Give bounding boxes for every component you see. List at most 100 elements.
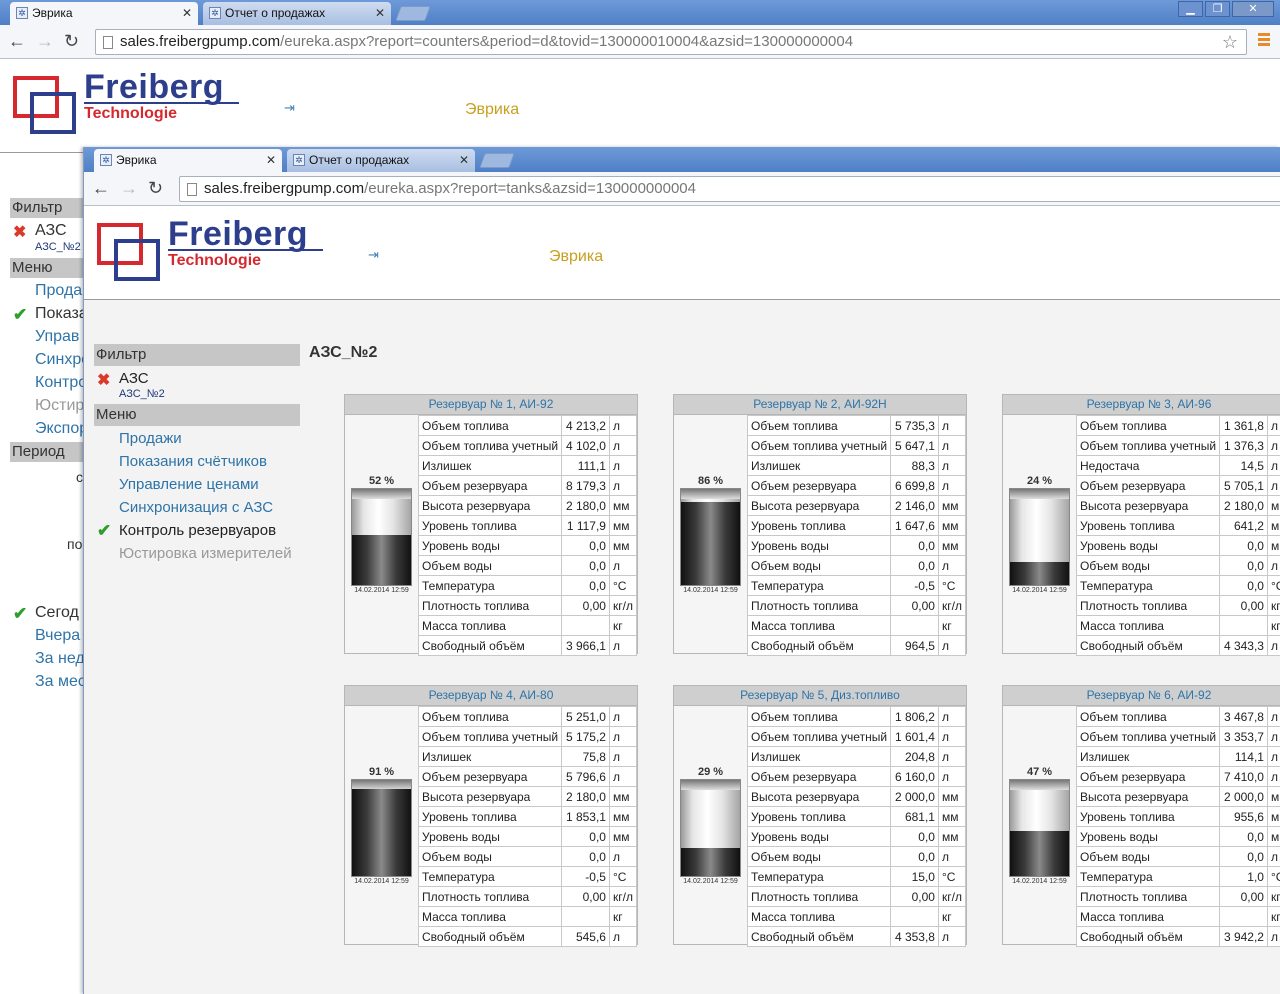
tank-row: Уровень воды0,0мм bbox=[417, 826, 638, 847]
header-divider bbox=[0, 152, 83, 153]
tank-row-value: 0,0 bbox=[1219, 555, 1268, 576]
close-tab-icon[interactable]: ✕ bbox=[182, 2, 192, 24]
new-tab-button[interactable] bbox=[395, 6, 431, 21]
tank-row: Объем воды 0,0 л bbox=[746, 846, 967, 867]
tank-row-value: 1 853,1 bbox=[561, 806, 610, 827]
menu-item-prices[interactable]: Управ bbox=[35, 328, 79, 346]
tank-fill-percent: 29 % bbox=[697, 766, 724, 778]
eureka-link[interactable]: Эврика bbox=[465, 101, 519, 119]
back-tab-eureka[interactable]: ✲ Эврика ✕ bbox=[10, 2, 198, 25]
tank-title[interactable]: Резервуар № 4, АИ-80 bbox=[345, 686, 637, 706]
tank-title[interactable]: Резервуар № 2, АИ-92Н bbox=[674, 395, 966, 415]
tank-row-unit: мм bbox=[937, 826, 967, 847]
menu-item-counters[interactable]: Показания счётчиков bbox=[119, 453, 267, 470]
tank-row-value: 5 735,3 bbox=[890, 415, 939, 436]
bookmark-star-icon[interactable]: ☆ bbox=[1222, 30, 1238, 54]
new-tab-button[interactable] bbox=[479, 153, 515, 168]
tank-row-value: 0,0 bbox=[890, 826, 939, 847]
period-week[interactable]: За нед bbox=[35, 650, 85, 668]
tank-row-value: -0,5 bbox=[890, 575, 939, 596]
tank-row-label: Объем резервуара bbox=[1075, 475, 1221, 496]
menu-item-sync[interactable]: Синхро bbox=[35, 351, 90, 369]
tank-row-label: Объем воды bbox=[1075, 846, 1221, 867]
front-tab-eureka[interactable]: ✲ Эврика ✕ bbox=[94, 149, 282, 172]
menu-item-tanks[interactable]: Контроль резервуаров bbox=[119, 522, 276, 539]
tank-row-value: 7 410,0 bbox=[1219, 766, 1268, 787]
back-browser-chrome: ✲ Эврика ✕ ✲ Отчет о продажах ✕ ▁ ❐ ✕ ← … bbox=[0, 0, 1280, 59]
tank-row-label: Уровень воды bbox=[417, 535, 563, 556]
tank-panel: Резервуар № 4, АИ-80 91 % 14.02.2014 12:59… bbox=[344, 685, 638, 947]
tank-title[interactable]: Резервуар № 1, АИ-92 bbox=[345, 395, 637, 415]
tank-row: Уровень топлива 681,1 мм bbox=[746, 806, 967, 827]
reload-icon[interactable]: ↻ bbox=[64, 32, 79, 50]
tank-row-unit: °С bbox=[608, 575, 638, 596]
login-icon[interactable]: ⇥ bbox=[284, 100, 295, 116]
tank-row-unit: мм bbox=[608, 535, 638, 556]
period-today[interactable]: Сегод bbox=[35, 604, 79, 622]
period-yesterday[interactable]: Вчера bbox=[35, 627, 80, 645]
tank-row-label: Свободный объём bbox=[1075, 926, 1221, 947]
tank-title[interactable]: Резервуар № 3, АИ-96 bbox=[1003, 395, 1280, 415]
forward-arrow-icon[interactable]: → bbox=[120, 179, 138, 197]
tank-row-value: 1 647,6 bbox=[890, 515, 939, 536]
tank-row-unit: л bbox=[1266, 475, 1280, 496]
eureka-link[interactable]: Эврика bbox=[549, 248, 603, 266]
tank-row-value: 0,00 bbox=[561, 886, 610, 907]
tank-row: Недостача 14,5 л bbox=[1075, 455, 1280, 476]
menu-item-prices[interactable]: Управление ценами bbox=[119, 476, 259, 493]
close-tab-icon[interactable]: ✕ bbox=[375, 2, 385, 24]
tank-row-unit: л bbox=[937, 846, 967, 867]
maximize-icon[interactable]: ❐ bbox=[1205, 1, 1230, 17]
tank-fill-percent: 52 % bbox=[368, 475, 395, 487]
tank-fill-percent: 86 % bbox=[697, 475, 724, 487]
window-close-icon[interactable]: ✕ bbox=[1232, 1, 1274, 17]
forward-arrow-icon[interactable]: → bbox=[36, 32, 54, 50]
menu-item-counters[interactable]: Показа bbox=[35, 305, 88, 323]
filter-remove-icon[interactable]: ✖ bbox=[13, 222, 26, 242]
tank-row-label: Температура bbox=[1075, 575, 1221, 596]
tank-row-label: Уровень воды bbox=[1075, 535, 1221, 556]
tank-row-unit: л bbox=[937, 726, 967, 747]
tank-row: Уровень воды0,0мм bbox=[746, 535, 967, 556]
tank-row-label: Излишек bbox=[417, 746, 563, 767]
tank-row-unit: л bbox=[608, 635, 638, 656]
menu-item-sync[interactable]: Синхронизация с АЗС bbox=[119, 499, 273, 516]
address-bar[interactable]: sales.freibergpump.com/eureka.aspx?repor… bbox=[95, 29, 1247, 55]
menu-item-sales[interactable]: Прода bbox=[35, 282, 82, 300]
tank-row: Объем резервуара 6 699,8 л bbox=[746, 475, 967, 496]
tank-row-label: Масса топлива bbox=[746, 906, 892, 927]
tank-fill-percent: 24 % bbox=[1026, 475, 1053, 487]
tank-row-unit: мм bbox=[1266, 806, 1280, 827]
tank-row-unit: л bbox=[608, 706, 638, 727]
tank-row-label: Высота резервуара bbox=[417, 786, 563, 807]
back-arrow-icon[interactable]: ← bbox=[92, 179, 110, 197]
favicon-icon: ✲ bbox=[16, 7, 28, 19]
menu-item-export[interactable]: Экспор bbox=[35, 420, 88, 438]
tank-fuel-level bbox=[681, 502, 740, 585]
address-bar[interactable]: sales.freibergpump.com/eureka.aspx?repor… bbox=[179, 176, 1280, 202]
tank-title[interactable]: Резервуар № 6, АИ-92 bbox=[1003, 686, 1280, 706]
front-tab-sales-report[interactable]: ✲ Отчет о продажах ✕ bbox=[287, 149, 475, 172]
close-tab-icon[interactable]: ✕ bbox=[266, 149, 276, 171]
tank-row-value: 2 000,0 bbox=[890, 786, 939, 807]
menu-item-sales[interactable]: Продажи bbox=[119, 430, 182, 447]
close-tab-icon[interactable]: ✕ bbox=[459, 149, 469, 171]
minimize-icon[interactable]: ▁ bbox=[1178, 1, 1203, 17]
filter-remove-icon[interactable]: ✖ bbox=[97, 370, 110, 390]
tank-row-unit: кг bbox=[937, 906, 967, 927]
period-month[interactable]: За мес bbox=[35, 673, 86, 691]
back-arrow-icon[interactable]: ← bbox=[8, 32, 26, 50]
login-icon[interactable]: ⇥ bbox=[368, 247, 379, 263]
tank-row-unit: л bbox=[608, 435, 638, 456]
tank-row-label: Температура bbox=[746, 575, 892, 596]
browser-menu-icon[interactable] bbox=[1258, 33, 1270, 48]
tank-row-unit: л bbox=[1266, 555, 1280, 576]
tank-row: Температура0,0°С bbox=[1075, 575, 1280, 596]
menu-item-tanks[interactable]: Контро bbox=[35, 374, 87, 392]
back-tab-sales-report[interactable]: ✲ Отчет о продажах ✕ bbox=[203, 2, 391, 25]
reload-icon[interactable]: ↻ bbox=[148, 179, 163, 197]
tank-row-label: Уровень топлива bbox=[417, 806, 563, 827]
tab-label: Эврика bbox=[32, 6, 73, 20]
tank-title[interactable]: Резервуар № 5, Диз.топливо bbox=[674, 686, 966, 706]
tank-cylinder bbox=[351, 779, 412, 877]
